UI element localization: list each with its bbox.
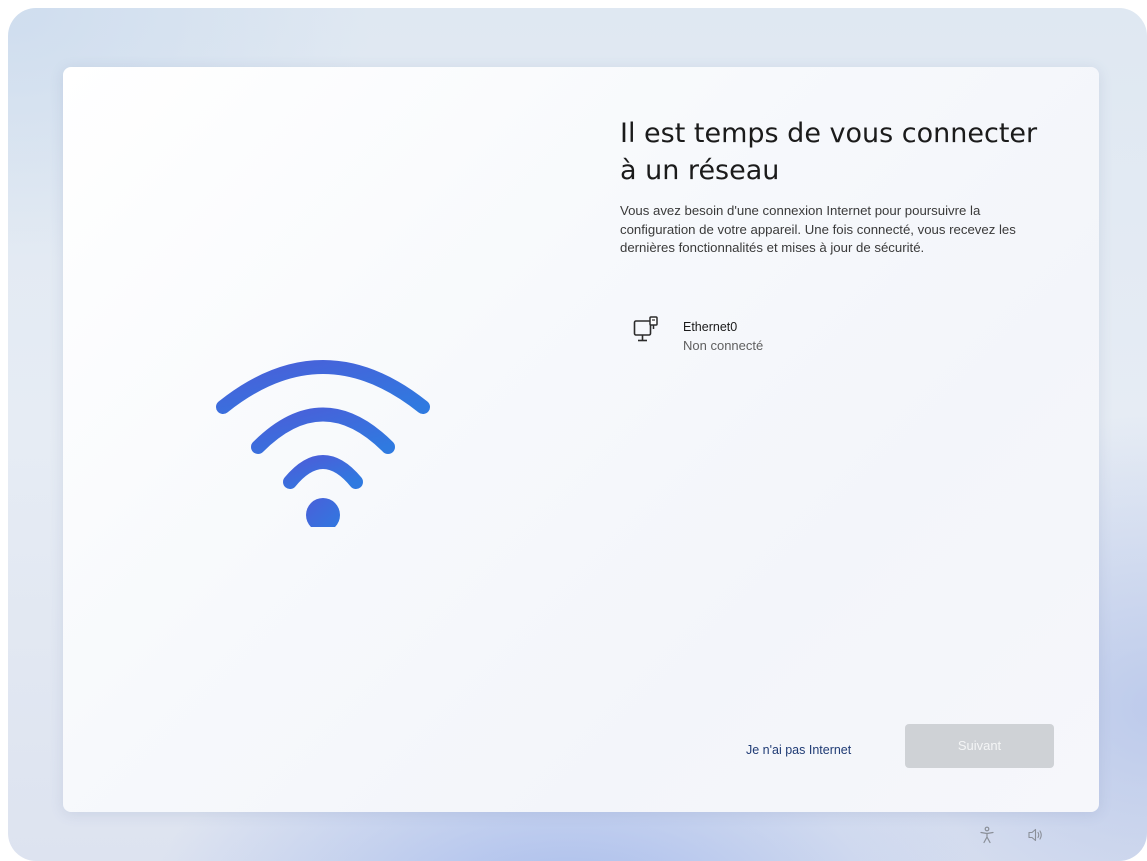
oobe-background: Il est temps de vous connecter à un rése… (8, 8, 1147, 861)
accessibility-icon[interactable] (978, 826, 996, 844)
network-status: Non connecté (683, 338, 764, 353)
page-title: Il est temps de vous connecter à un rése… (620, 118, 1038, 186)
wifi-icon (216, 360, 430, 527)
network-item-ethernet0[interactable]: Ethernet0 Non connecté (633, 312, 933, 362)
network-name: Ethernet0 (683, 320, 738, 334)
ethernet-icon (633, 316, 658, 342)
page-description: Vous avez besoin d'une connexion Interne… (620, 203, 1016, 255)
setup-card: Il est temps de vous connecter à un rése… (63, 67, 1099, 812)
next-button[interactable]: Suivant (905, 724, 1054, 768)
no-internet-link[interactable]: Je n'ai pas Internet (746, 737, 876, 763)
volume-icon[interactable] (1027, 826, 1045, 844)
